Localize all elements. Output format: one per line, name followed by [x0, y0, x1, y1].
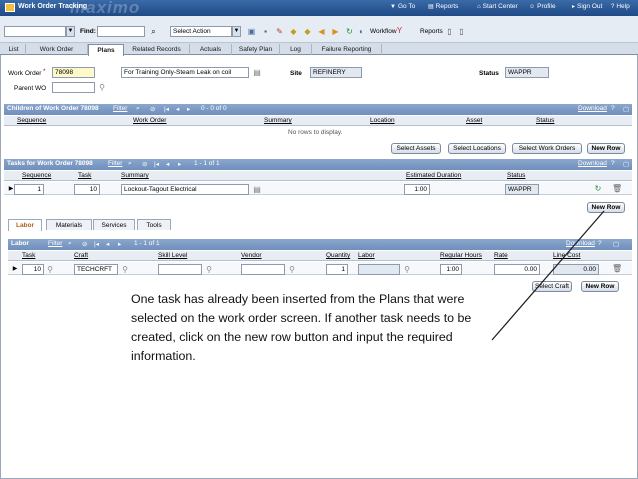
- callout-line: [491, 210, 605, 341]
- callout-pointer: [491, 210, 605, 341]
